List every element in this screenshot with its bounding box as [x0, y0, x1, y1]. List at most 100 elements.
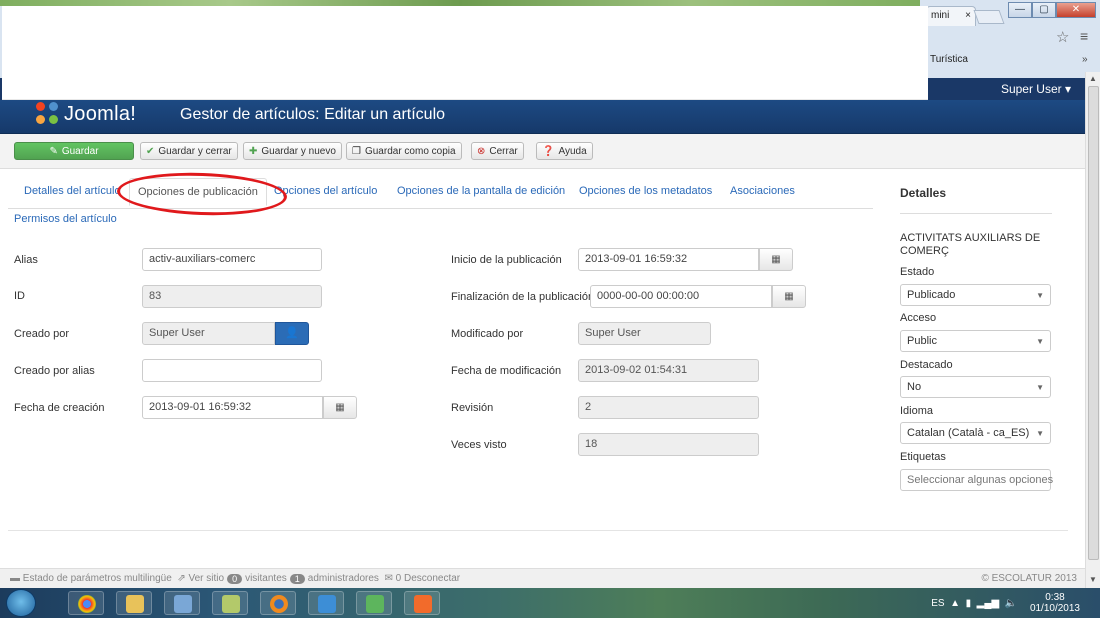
- publish-up-field[interactable]: 2013-09-01 16:59:32: [578, 248, 759, 271]
- publish-up-label: Inicio de la publicación: [451, 254, 562, 266]
- revision-field: 2: [578, 396, 759, 419]
- tab-article-details[interactable]: Detalles del artículo: [24, 185, 121, 197]
- clock-time: 0:38: [1045, 592, 1065, 603]
- tray-arrow-icon[interactable]: ▲: [945, 598, 966, 609]
- user-menu[interactable]: Super User ▾: [1001, 82, 1071, 96]
- content-divider: [8, 530, 1068, 531]
- admins-badge: 1: [289, 573, 305, 584]
- modified-by-label: Modificado por: [451, 328, 524, 340]
- close-window-button[interactable]: ✕: [1056, 2, 1096, 18]
- system-tray: ES ▲ ▮ ▂▄▆ 🔈 0:38 01/10/2013: [931, 592, 1080, 614]
- save-new-button[interactable]: ✚ Guardar y nuevo: [243, 142, 342, 160]
- windows-taskbar: ES ▲ ▮ ▂▄▆ 🔈 0:38 01/10/2013: [0, 588, 1100, 618]
- tab-article-options[interactable]: Opciones del artículo: [274, 185, 377, 197]
- created-alias-label: Creado por alias: [14, 365, 95, 377]
- bookmark-item[interactable]: Turística: [930, 54, 968, 65]
- visitors-label: visitantes: [245, 573, 287, 584]
- calendar-icon[interactable]: ▦: [759, 248, 793, 271]
- hits-label: Veces visto: [451, 439, 507, 451]
- logout-link[interactable]: 0 Desconectar: [396, 573, 460, 584]
- chevron-down-icon: ▼: [1036, 291, 1044, 300]
- scroll-down-icon[interactable]: ▼: [1089, 575, 1097, 584]
- language-indicator[interactable]: ES: [931, 598, 944, 609]
- chrome-taskbar-icon[interactable]: [68, 591, 104, 615]
- view-site-link[interactable]: Ver sitio: [188, 573, 224, 584]
- language-value: Catalan (Català - ca_ES): [907, 427, 1030, 439]
- minimize-button[interactable]: —: [1008, 2, 1032, 18]
- tab-close-icon[interactable]: ×: [965, 10, 971, 21]
- save-label: Guardar: [61, 145, 99, 157]
- window-controls: — ▢ ✕: [1008, 2, 1096, 18]
- paint-taskbar-icon[interactable]: [164, 591, 200, 615]
- battery-icon[interactable]: ▮: [966, 598, 977, 609]
- copy-icon: ❐: [352, 145, 361, 157]
- visitors-badge: 0: [227, 573, 243, 584]
- xampp-taskbar-icon[interactable]: [404, 591, 440, 615]
- start-button[interactable]: [6, 589, 36, 617]
- tags-input[interactable]: Seleccionar algunas opciones: [900, 469, 1053, 491]
- tab-metadata-options[interactable]: Opciones de los metadatos: [579, 185, 712, 197]
- media-taskbar-icon[interactable]: [308, 591, 344, 615]
- browser-menu-icon[interactable]: ≡: [1080, 28, 1088, 44]
- access-select[interactable]: Public ▼: [900, 330, 1051, 352]
- signal-icon[interactable]: ▂▄▆: [977, 598, 1005, 609]
- messenger-taskbar-icon[interactable]: [356, 591, 392, 615]
- select-user-button[interactable]: 👤: [275, 322, 309, 345]
- details-heading: Detalles: [900, 186, 947, 200]
- created-date-label: Fecha de creación: [14, 402, 105, 414]
- bookmark-star-icon[interactable]: ☆: [1056, 28, 1069, 46]
- bookmarks-overflow-icon[interactable]: »: [1082, 54, 1088, 65]
- page-scrollbar[interactable]: ▲ ▼: [1085, 72, 1100, 588]
- revision-label: Revisión: [451, 402, 494, 414]
- alias-field[interactable]: activ-auxiliars-comerc: [142, 248, 322, 271]
- modified-by-field: Super User: [578, 322, 711, 345]
- new-tab-button[interactable]: [973, 10, 1005, 24]
- save-close-button[interactable]: ✔ Guardar y cerrar: [140, 142, 238, 160]
- status-select[interactable]: Publicado ▼: [900, 284, 1051, 306]
- calendar-icon[interactable]: ▦: [772, 285, 806, 308]
- chevron-down-icon: ▼: [1036, 429, 1044, 438]
- scroll-thumb[interactable]: [1088, 86, 1099, 560]
- plus-icon: ✚: [249, 145, 258, 157]
- help-button[interactable]: ❓ Ayuda: [536, 142, 593, 160]
- save-button[interactable]: ✎ Guardar: [14, 142, 134, 160]
- browser-tab-label: mini: [931, 10, 950, 21]
- browser-tab[interactable]: mini ×: [926, 6, 976, 26]
- page-title: Gestor de artículos: Editar un artículo: [180, 106, 446, 123]
- modified-date-field: 2013-09-02 01:54:31: [578, 359, 759, 382]
- calendar-icon[interactable]: ▦: [323, 396, 357, 419]
- explorer-taskbar-icon[interactable]: [116, 591, 152, 615]
- app-taskbar-icon[interactable]: [212, 591, 248, 615]
- firefox-taskbar-icon[interactable]: [260, 591, 296, 615]
- tabs-divider: [8, 208, 873, 209]
- language-select[interactable]: Catalan (Català - ca_ES) ▼: [900, 422, 1051, 444]
- created-alias-field[interactable]: [142, 359, 322, 382]
- chevron-down-icon: ▼: [1036, 337, 1044, 346]
- tab-associations[interactable]: Asociaciones: [730, 185, 795, 197]
- joomla-logo[interactable]: Joomla!: [36, 102, 136, 126]
- created-date-field[interactable]: 2013-09-01 16:59:32: [142, 396, 323, 419]
- mail-icon: ✉: [378, 573, 396, 584]
- volume-icon[interactable]: 🔈: [1005, 598, 1020, 609]
- user-icon: 👤: [285, 327, 299, 339]
- publish-down-field[interactable]: 0000-00-00 00:00:00: [590, 285, 772, 308]
- hits-field: 18: [578, 433, 759, 456]
- status-label: Estado: [900, 266, 935, 278]
- save-copy-label: Guardar como copia: [364, 145, 456, 157]
- scroll-up-icon[interactable]: ▲: [1089, 74, 1097, 83]
- close-button[interactable]: ⊗ Cerrar: [471, 142, 524, 160]
- id-label: ID: [14, 290, 25, 302]
- multilang-status-link[interactable]: Estado de parámetros multilingüe: [23, 573, 172, 584]
- edit-icon: ✎: [49, 145, 58, 157]
- chevron-down-icon: ▼: [1036, 383, 1044, 392]
- clock[interactable]: 0:38 01/10/2013: [1030, 592, 1080, 614]
- article-title: ACTIVITATS AUXILIARS DE COMERÇ: [900, 232, 1041, 257]
- featured-select[interactable]: No ▼: [900, 376, 1051, 398]
- id-field: 83: [142, 285, 322, 308]
- save-copy-button[interactable]: ❐ Guardar como copia: [346, 142, 462, 160]
- page-header: Joomla! Gestor de artículos: Editar un a…: [0, 100, 1085, 134]
- tab-permissions[interactable]: Permisos del artículo: [14, 213, 117, 225]
- maximize-button[interactable]: ▢: [1032, 2, 1056, 18]
- toolbar: ✎ Guardar ✔ Guardar y cerrar ✚ Guardar y…: [0, 134, 1085, 169]
- tab-editor-options[interactable]: Opciones de la pantalla de edición: [397, 185, 565, 197]
